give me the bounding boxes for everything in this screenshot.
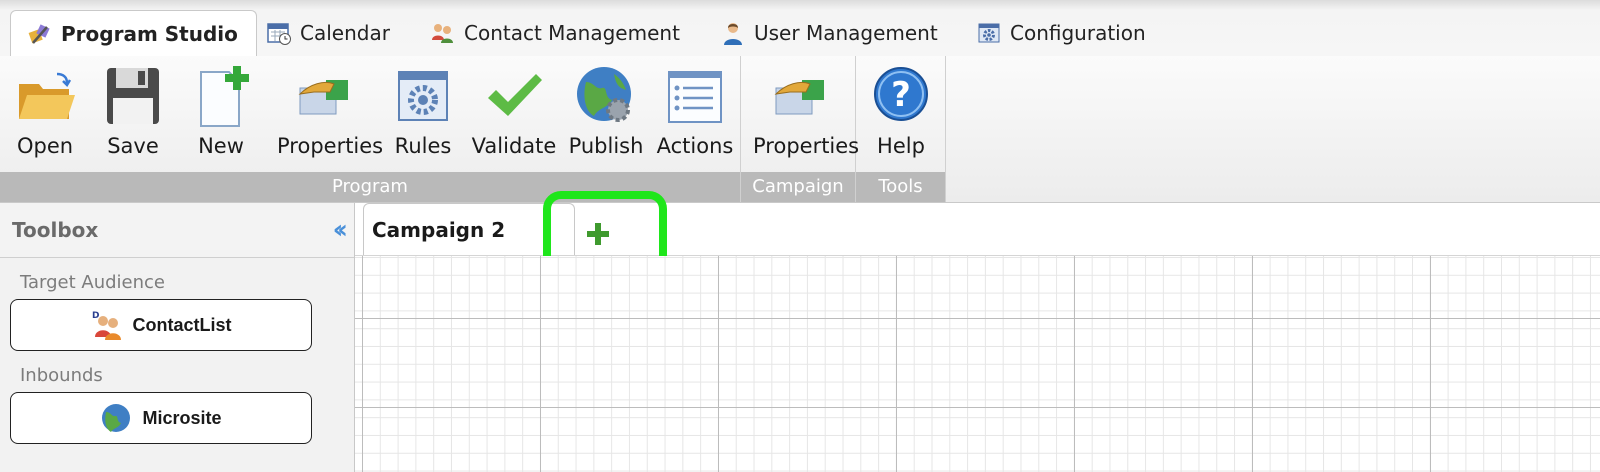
ribbon-group-tools: ? Help Tools — [856, 56, 946, 202]
tab-calendar[interactable]: Calendar — [266, 10, 390, 56]
campaign-tab-strip: Campaign 2 — [355, 191, 1600, 275]
properties-hand-icon — [298, 80, 348, 115]
ribbon-group-campaign: Properties Campaign — [741, 56, 860, 202]
contact-list-icon: D — [92, 311, 121, 340]
globe-icon — [577, 67, 631, 122]
new-button[interactable]: New — [176, 62, 266, 164]
section-label-target-audience: Target Audience — [20, 272, 166, 293]
section-label-inbounds: Inbounds — [20, 365, 103, 386]
ribbon-group-program: Open Save New Properties Rules Validate … — [0, 56, 741, 202]
svg-text:?: ? — [891, 75, 911, 115]
save-label: Save — [107, 134, 159, 158]
properties-label: Properties — [753, 134, 860, 158]
globe-icon — [102, 404, 131, 432]
tab-user-management[interactable]: User Management — [720, 10, 938, 56]
tab-label: Program Studio — [61, 22, 238, 46]
tab-label: Calendar — [300, 21, 390, 45]
publish-label: Publish — [568, 134, 644, 158]
configuration-icon — [978, 23, 1000, 43]
actions-button[interactable]: Actions — [650, 62, 740, 164]
floppy-disk-icon — [107, 68, 159, 124]
actions-label: Actions — [656, 134, 734, 158]
microsite-tool[interactable]: Microsite — [10, 392, 312, 444]
double-chevron-left-icon[interactable]: ‹‹ — [333, 215, 349, 245]
ribbon-toolbar: Open Save New Properties Rules Validate … — [0, 56, 1600, 203]
rules-label: Rules — [394, 134, 452, 158]
calendar-icon — [267, 23, 291, 45]
folder-open-icon — [19, 72, 75, 119]
list-icon — [668, 71, 722, 123]
help-button[interactable]: ? Help — [856, 62, 946, 164]
program-properties-button[interactable]: Properties — [277, 62, 384, 164]
publish-button[interactable]: Publish — [561, 62, 651, 164]
new-label: New — [198, 134, 244, 158]
help-icon: ? — [874, 67, 928, 121]
campaign-tab-label: Campaign 2 — [372, 218, 506, 242]
validate-label: Validate — [471, 134, 557, 158]
campaign-canvas-area: Campaign 2 — [355, 191, 1600, 472]
program-studio-icon — [28, 24, 50, 44]
toolbox-title: Toolbox — [12, 218, 99, 242]
open-button[interactable]: Open — [0, 62, 90, 164]
tab-label: Configuration — [1010, 21, 1146, 45]
open-label: Open — [16, 134, 74, 158]
top-navigation-tabs: Program Studio Calendar Contact Manageme… — [0, 0, 1600, 57]
rules-gear-icon — [398, 71, 448, 121]
tab-contact-management[interactable]: Contact Management — [430, 10, 680, 56]
user-icon — [724, 23, 742, 45]
tab-label: User Management — [754, 21, 938, 45]
toolbox-header: Toolbox ‹‹ — [0, 203, 354, 258]
campaign-properties-button[interactable]: Properties — [753, 62, 860, 164]
checkmark-icon — [488, 74, 542, 116]
campaign-group-label: Campaign — [741, 172, 855, 202]
save-button[interactable]: Save — [88, 62, 178, 164]
design-grid-canvas[interactable] — [355, 256, 1600, 472]
tab-program-studio[interactable]: Program Studio — [10, 10, 257, 57]
properties-label: Properties — [277, 134, 384, 158]
properties-hand-icon — [774, 80, 824, 115]
help-label: Help — [877, 134, 925, 158]
tab-label: Contact Management — [464, 21, 680, 45]
new-document-icon — [200, 66, 249, 127]
validate-button[interactable]: Validate — [469, 62, 559, 164]
microsite-label: Microsite — [142, 407, 222, 428]
contact-list-label: ContactList — [132, 314, 232, 335]
contacts-icon — [432, 24, 453, 43]
toolbox-panel: Toolbox ‹‹ Target Audience D ContactList… — [0, 203, 355, 472]
rules-button[interactable]: Rules — [378, 62, 468, 164]
tab-configuration[interactable]: Configuration — [976, 10, 1146, 56]
contact-list-tool[interactable]: D ContactList — [10, 299, 312, 351]
tools-group-label: Tools — [856, 172, 945, 202]
